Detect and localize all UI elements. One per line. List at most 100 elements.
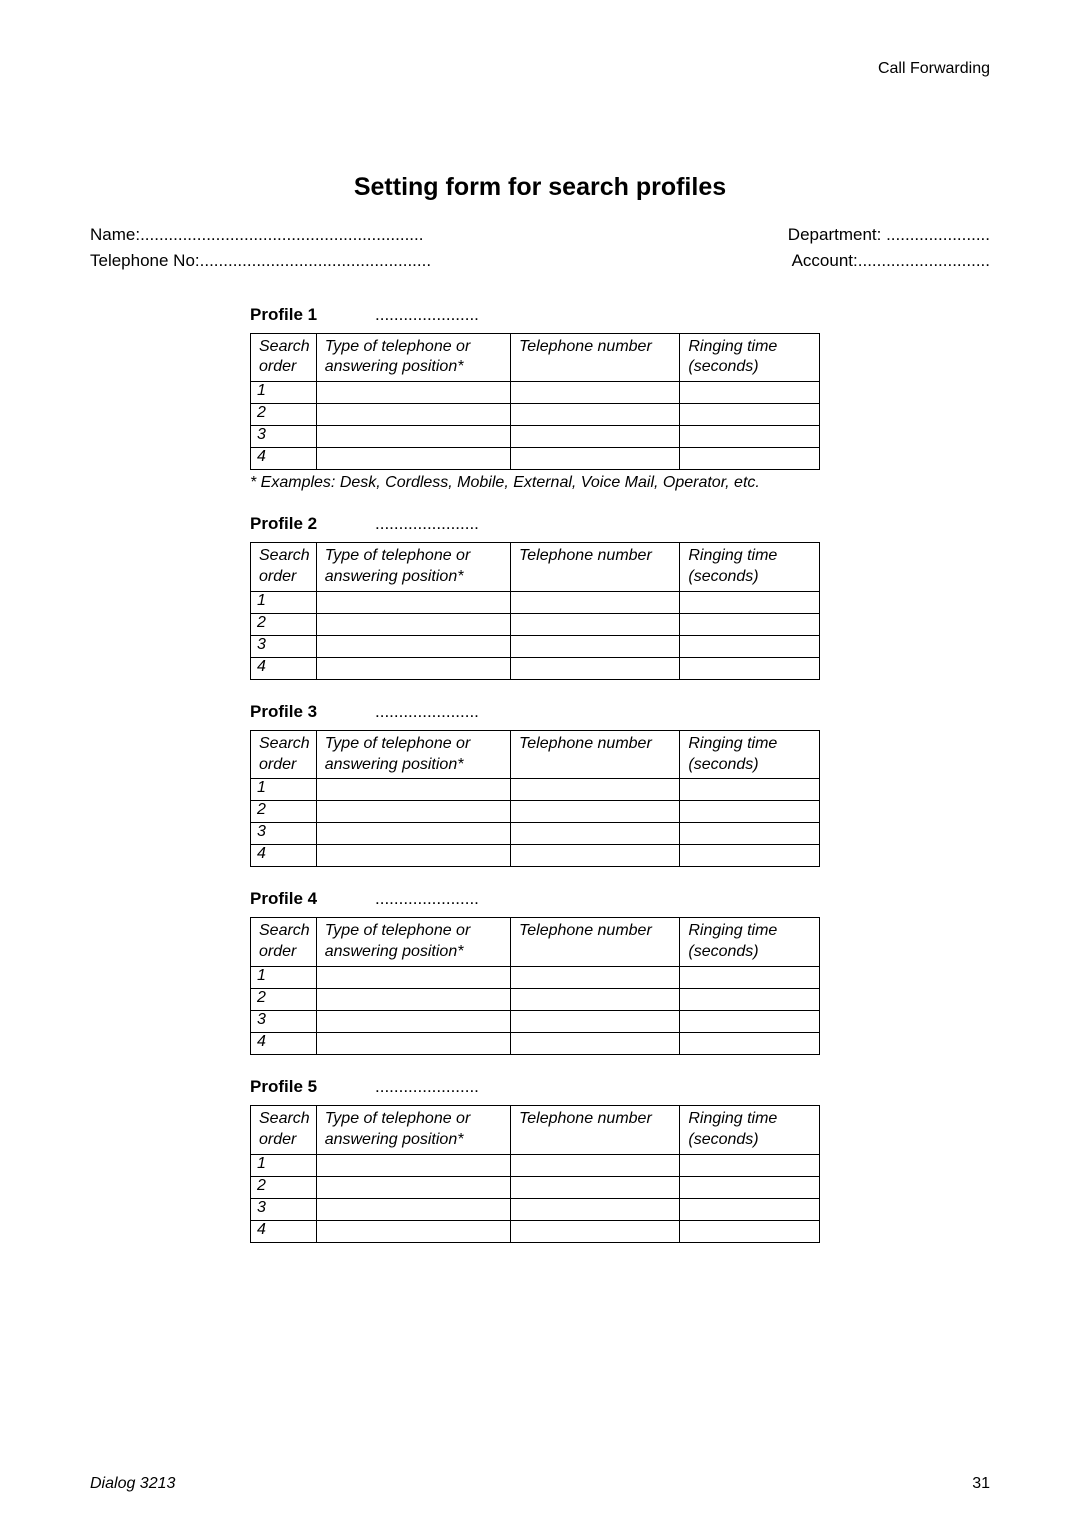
table-header-col4: Ringing time (seconds)	[680, 1106, 820, 1155]
profile-block: Profile 3......................Search or…	[250, 702, 990, 868]
search-order-cell: 2	[251, 801, 317, 823]
profile-dots: ......................	[375, 305, 479, 324]
table-row: 3	[251, 1011, 820, 1033]
empty-cell	[680, 1198, 820, 1220]
telephone-dots: ........................................…	[200, 251, 431, 270]
table-row: 1	[251, 1154, 820, 1176]
profile-table: Search orderType of telephone or answeri…	[250, 917, 820, 1055]
search-order-cell: 3	[251, 635, 317, 657]
empty-cell	[510, 1154, 679, 1176]
account-label: Account:	[792, 251, 858, 270]
table-row: 1	[251, 779, 820, 801]
table-row: 4	[251, 657, 820, 679]
profile-label-line: Profile 2......................	[250, 514, 990, 534]
empty-cell	[680, 1154, 820, 1176]
empty-cell	[316, 1176, 510, 1198]
empty-cell	[510, 591, 679, 613]
empty-cell	[316, 613, 510, 635]
empty-cell	[680, 801, 820, 823]
search-order-cell: 4	[251, 1033, 317, 1055]
profile-dots: ......................	[375, 889, 479, 908]
search-order-cell: 3	[251, 1011, 317, 1033]
empty-cell	[316, 426, 510, 448]
table-row: 2	[251, 989, 820, 1011]
empty-cell	[316, 591, 510, 613]
table-header-col3: Telephone number	[510, 333, 679, 382]
name-dots: ........................................…	[140, 225, 423, 244]
search-order-cell: 1	[251, 779, 317, 801]
profile-block: Profile 2...................... Search or…	[250, 514, 990, 680]
table-row: 1	[251, 382, 820, 404]
search-order-cell: 4	[251, 1220, 317, 1242]
table-header-col2: Type of telephone or answering position*	[316, 543, 510, 592]
table-header-col3: Telephone number	[510, 1106, 679, 1155]
table-header-col4: Ringing time (seconds)	[680, 333, 820, 382]
empty-cell	[680, 1220, 820, 1242]
table-header-col2: Type of telephone or answering position*	[316, 918, 510, 967]
page-title: Setting form for search profiles	[90, 173, 990, 202]
search-order-cell: 2	[251, 1176, 317, 1198]
profile-name: Profile 1	[250, 305, 375, 325]
table-header-col3: Telephone number	[510, 730, 679, 779]
search-order-cell: 2	[251, 404, 317, 426]
empty-cell	[510, 1176, 679, 1198]
search-order-cell: 1	[251, 591, 317, 613]
empty-cell	[316, 448, 510, 470]
search-order-cell: 3	[251, 426, 317, 448]
search-order-cell: 1	[251, 1154, 317, 1176]
empty-cell	[510, 657, 679, 679]
profile-table: Search orderType of telephone or answeri…	[250, 542, 820, 680]
table-row: 3	[251, 635, 820, 657]
empty-cell	[680, 404, 820, 426]
section-header: Call Forwarding	[90, 60, 990, 78]
empty-cell	[510, 404, 679, 426]
empty-cell	[510, 382, 679, 404]
profile-dots: ......................	[375, 702, 479, 721]
empty-cell	[316, 1198, 510, 1220]
empty-cell	[680, 1176, 820, 1198]
profile-label-line: Profile 4......................	[250, 889, 990, 909]
search-order-cell: 4	[251, 845, 317, 867]
empty-cell	[680, 1011, 820, 1033]
empty-cell	[680, 1033, 820, 1055]
department-dots: ......................	[886, 225, 990, 244]
empty-cell	[680, 591, 820, 613]
empty-cell	[316, 1033, 510, 1055]
profile-table: Search orderType of telephone or answeri…	[250, 333, 820, 471]
profile-name: Profile 5	[250, 1077, 375, 1097]
empty-cell	[680, 635, 820, 657]
name-field-line: Name:...................................…	[90, 222, 423, 248]
profile-block: Profile 4...................... Search or…	[250, 889, 990, 1055]
table-row: 4	[251, 1033, 820, 1055]
empty-cell	[510, 845, 679, 867]
table-row: 2	[251, 404, 820, 426]
profile-block: Profile 1...................... Search or…	[250, 305, 990, 493]
empty-cell	[316, 1154, 510, 1176]
empty-cell	[510, 967, 679, 989]
empty-cell	[680, 845, 820, 867]
empty-cell	[316, 1220, 510, 1242]
table-header-col2: Type of telephone or answering position*	[316, 730, 510, 779]
telephone-label: Telephone No:	[90, 251, 200, 270]
empty-cell	[510, 1198, 679, 1220]
footer-model: Dialog 3213	[90, 1475, 175, 1493]
table-header-col4: Ringing time (seconds)	[680, 918, 820, 967]
empty-cell	[680, 989, 820, 1011]
empty-cell	[510, 989, 679, 1011]
table-row: 2	[251, 613, 820, 635]
profile-dots: ......................	[375, 514, 479, 533]
search-order-cell: 4	[251, 657, 317, 679]
profile-name: Profile 3	[250, 702, 375, 722]
search-order-cell: 2	[251, 613, 317, 635]
empty-cell	[680, 382, 820, 404]
empty-cell	[510, 635, 679, 657]
telephone-field-line: Telephone No:...........................…	[90, 248, 431, 274]
department-field-line: Department: ......................	[788, 222, 990, 248]
empty-cell	[316, 1011, 510, 1033]
empty-cell	[510, 1033, 679, 1055]
profile-name: Profile 2	[250, 514, 375, 534]
profile-block: Profile 5......................Search or…	[250, 1077, 990, 1243]
table-row: 4	[251, 1220, 820, 1242]
empty-cell	[510, 1011, 679, 1033]
department-label: Department:	[788, 225, 882, 244]
